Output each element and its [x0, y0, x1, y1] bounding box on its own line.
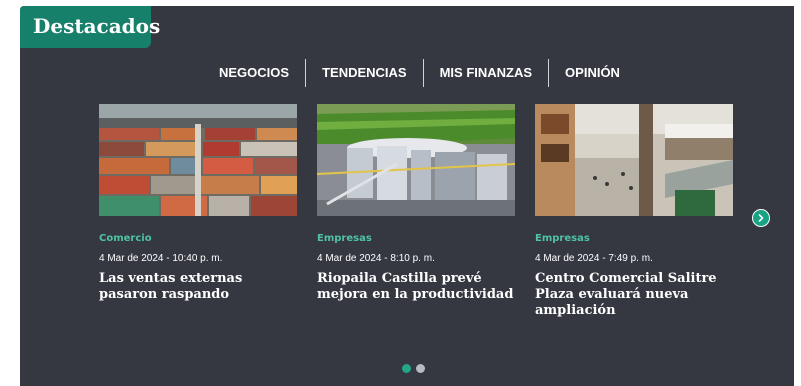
industrial-plant-photo[interactable] — [317, 104, 515, 216]
article-card[interactable]: Comercio 4 Mar de 2024 - 10:40 p. m. Las… — [99, 104, 297, 303]
chevron-right-icon — [758, 214, 764, 222]
article-card[interactable]: Empresas 4 Mar de 2024 - 8:10 p. m. Riop… — [317, 104, 515, 303]
section-title: Destacados — [20, 6, 160, 48]
article-card[interactable]: Empresas 4 Mar de 2024 - 7:49 p. m. Cent… — [535, 104, 733, 319]
article-title[interactable]: Riopaila Castilla prevé mejora en la pro… — [317, 271, 515, 303]
article-category[interactable]: Empresas — [317, 233, 515, 244]
carousel-pagination — [402, 364, 425, 373]
shopping-mall-photo[interactable] — [535, 104, 733, 216]
article-category[interactable]: Empresas — [535, 233, 733, 244]
article-date: 4 Mar de 2024 - 8:10 p. m. — [317, 253, 435, 264]
article-title[interactable]: Centro Comercial Salitre Plaza evaluará … — [535, 271, 733, 319]
tab-tendencias[interactable]: TENDENCIAS — [306, 58, 423, 88]
shipping-containers-photo[interactable] — [99, 104, 297, 216]
article-title[interactable]: Las ventas externas pasaron raspando — [99, 271, 297, 303]
article-date: 4 Mar de 2024 - 10:40 p. m. — [99, 253, 223, 264]
category-tabs: NEGOCIOS TENDENCIAS MIS FINANZAS OPINIÓN — [203, 58, 636, 88]
tab-negocios[interactable]: NEGOCIOS — [203, 58, 305, 88]
carousel-next-button[interactable] — [752, 209, 770, 227]
article-date: 4 Mar de 2024 - 7:49 p. m. — [535, 253, 653, 264]
tab-mis-finanzas[interactable]: MIS FINANZAS — [424, 58, 548, 88]
carousel-dot-2[interactable] — [416, 364, 425, 373]
tab-opinion[interactable]: OPINIÓN — [549, 58, 636, 88]
carousel-dot-1[interactable] — [402, 364, 411, 373]
article-category[interactable]: Comercio — [99, 233, 297, 244]
